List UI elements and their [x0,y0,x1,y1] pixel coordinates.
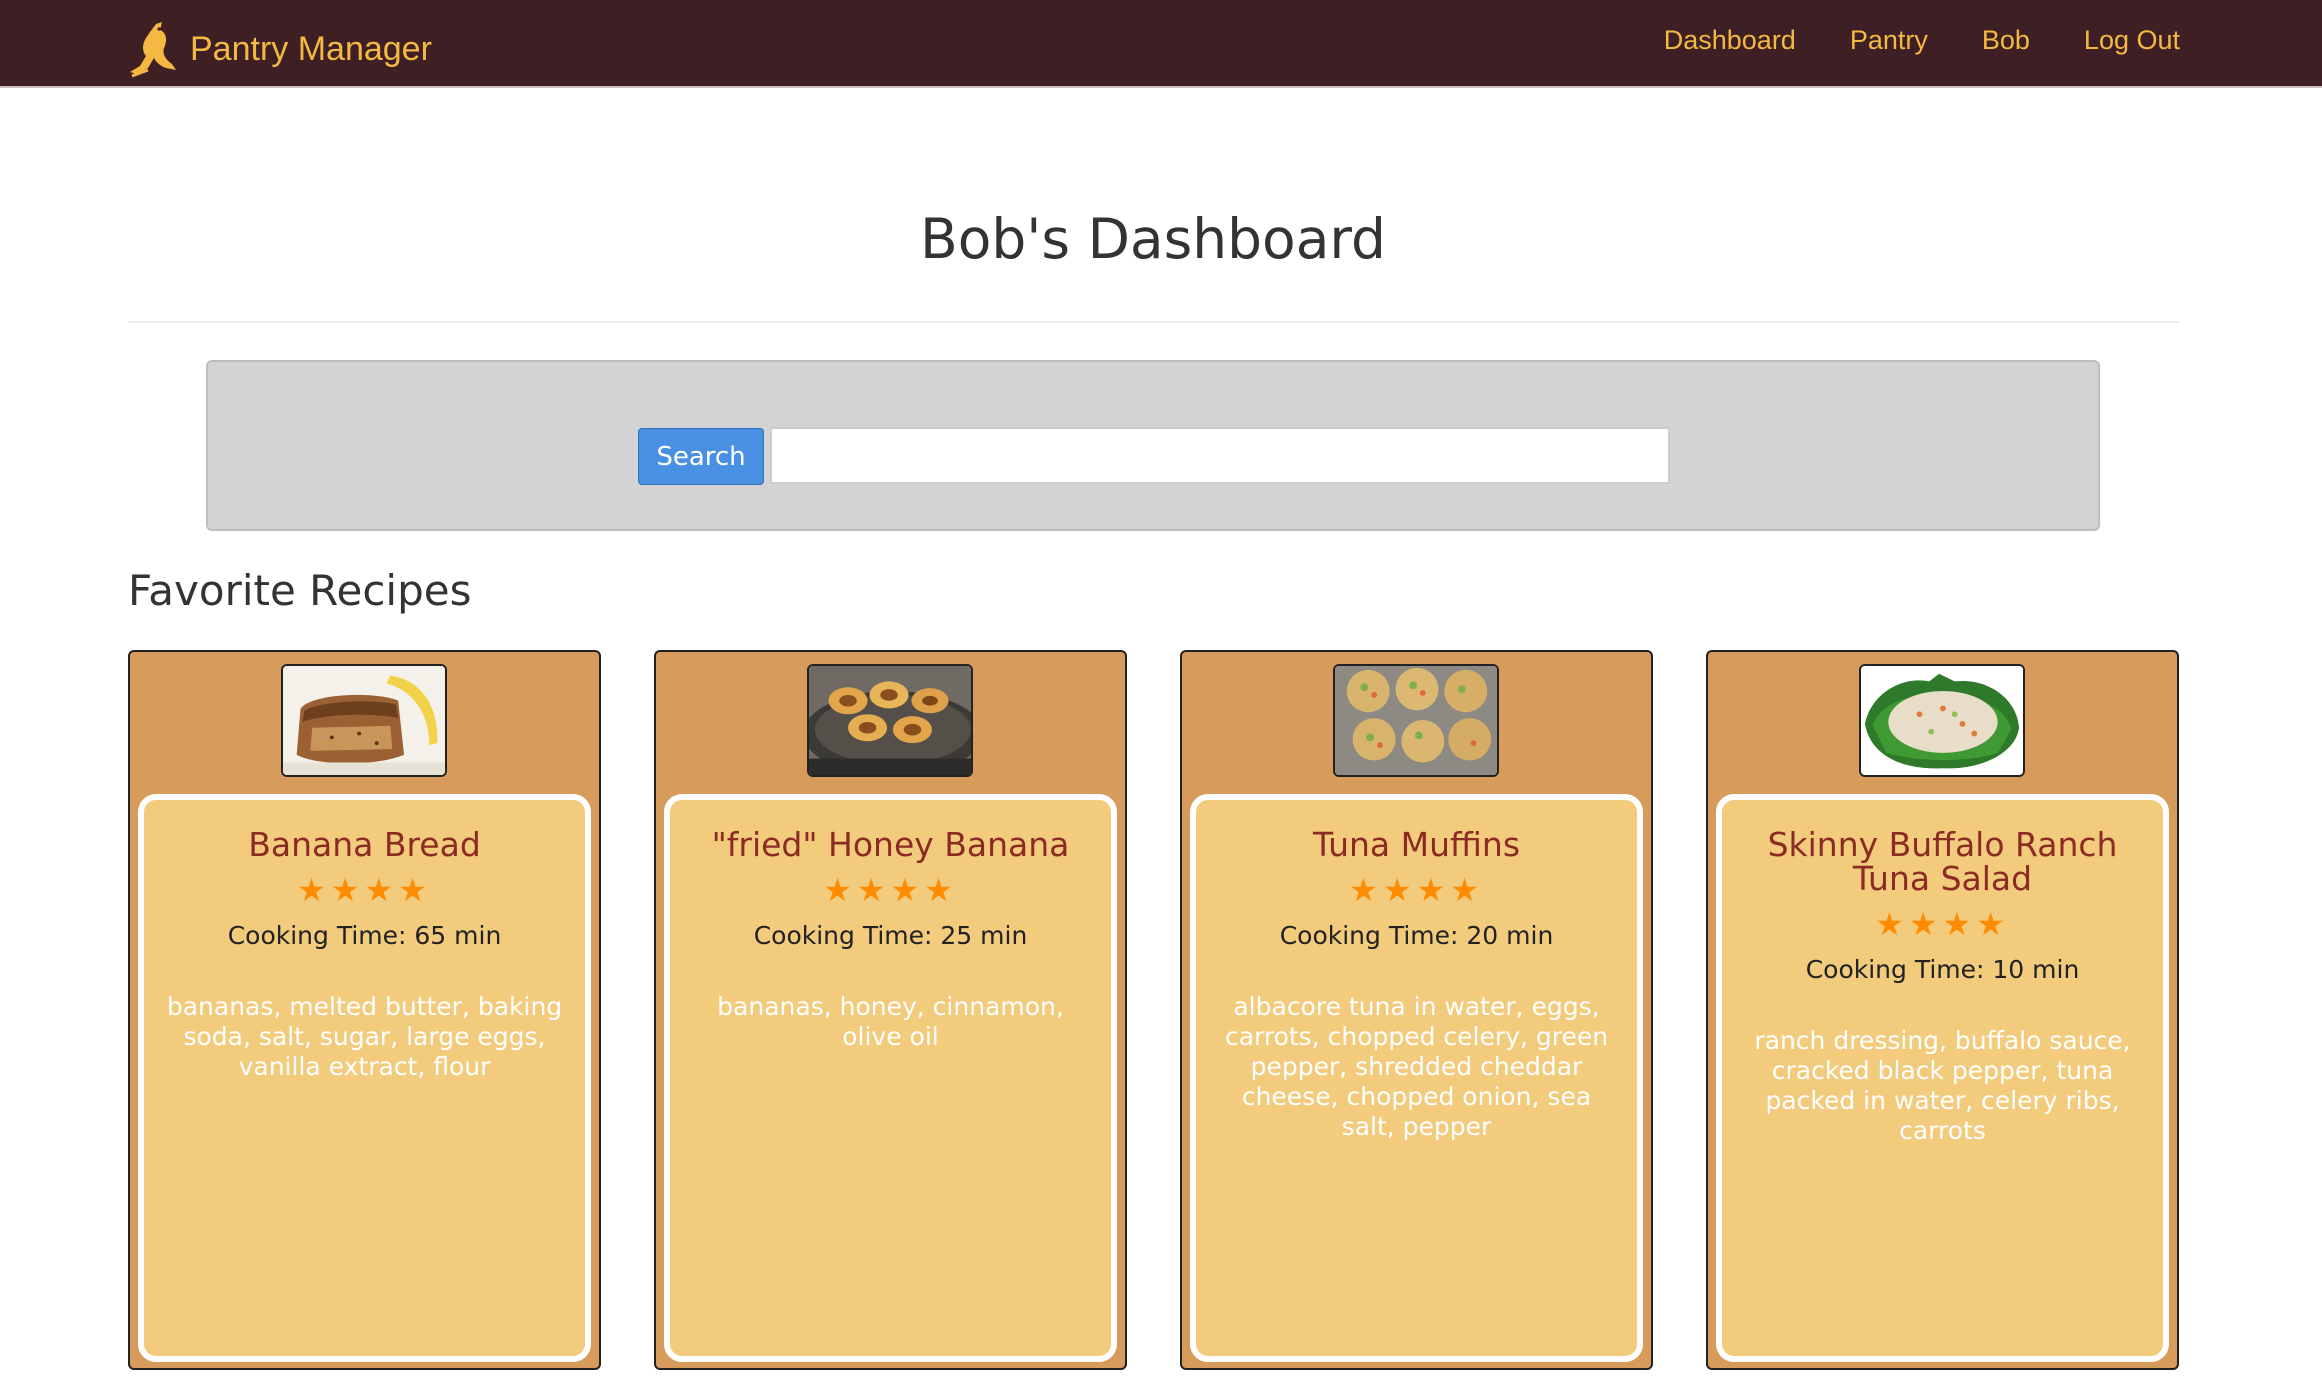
nav-dashboard-link[interactable]: Dashboard [1664,20,1796,60]
nav-logout-link[interactable]: Log Out [2084,20,2180,60]
rating-stars: ★★★★ [1349,871,1484,909]
favorite-recipes-heading: Favorite Recipes [128,566,472,615]
recipe-title[interactable]: Banana Bread [166,828,563,862]
nav-pantry-link[interactable]: Pantry [1850,20,1928,60]
cooking-time: Cooking Time: 20 min [1279,921,1554,950]
cooking-time: Cooking Time: 10 min [1805,955,2080,984]
fried-honey-banana-photo[interactable] [807,664,973,777]
cooking-time: Cooking Time: 25 min [753,921,1028,950]
recipe-card[interactable]: Tuna Muffins ★★★★ Cooking Time: 20 min a… [1180,650,1653,1370]
page-title: Bob's Dashboard [920,207,1386,271]
rating-stars: ★★★★ [297,871,432,909]
ingredients-list: bananas, honey, cinnamon, olive oil [717,992,1064,1051]
kangaroo-logo-icon [130,22,176,78]
banana-bread-photo[interactable] [281,664,447,777]
search-panel: Search [206,360,2100,531]
rating-stars: ★★★★ [1875,905,2010,943]
nav-links: Dashboard Pantry Bob Log Out [1664,20,2180,60]
ingredients-list: bananas, melted butter, baking soda, sal… [166,992,563,1081]
nav-user-link[interactable]: Bob [1982,20,2030,60]
recipe-card-body: Skinny Buffalo Ranch Tuna Salad ★★★★ Coo… [1716,794,2169,1362]
ingredients-list: albacore tuna in water, eggs, carrots, c… [1224,992,1609,1141]
recipe-card-body: Tuna Muffins ★★★★ Cooking Time: 20 min a… [1190,794,1643,1362]
tuna-muffins-photo[interactable] [1333,664,1499,777]
recipe-card[interactable]: Banana Bread ★★★★ Cooking Time: 65 min b… [128,650,601,1370]
rating-stars: ★★★★ [823,871,958,909]
cooking-time: Cooking Time: 65 min [227,921,502,950]
recipe-card[interactable]: "fried" Honey Banana ★★★★ Cooking Time: … [654,650,1127,1370]
recipe-card[interactable]: Skinny Buffalo Ranch Tuna Salad ★★★★ Coo… [1706,650,2179,1370]
navbar: Pantry Manager Dashboard Pantry Bob Log … [0,0,2322,88]
recipe-title[interactable]: "fried" Honey Banana [692,828,1089,862]
recipe-card-body: Banana Bread ★★★★ Cooking Time: 65 min b… [138,794,591,1362]
recipe-title[interactable]: Skinny Buffalo Ranch Tuna Salad [1744,828,2141,896]
search-input[interactable] [770,427,1670,484]
title-divider [128,321,2180,323]
recipe-card-list: Banana Bread ★★★★ Cooking Time: 65 min b… [128,650,2180,1372]
recipe-title[interactable]: Tuna Muffins [1218,828,1615,862]
brand-link[interactable]: Pantry Manager [126,20,432,78]
tuna-salad-photo[interactable] [1859,664,2025,777]
search-button[interactable]: Search [638,428,764,485]
recipe-card-body: "fried" Honey Banana ★★★★ Cooking Time: … [664,794,1117,1362]
brand-name: Pantry Manager [190,30,432,68]
ingredients-list: ranch dressing, buffalo sauce, cracked b… [1754,1026,2131,1145]
